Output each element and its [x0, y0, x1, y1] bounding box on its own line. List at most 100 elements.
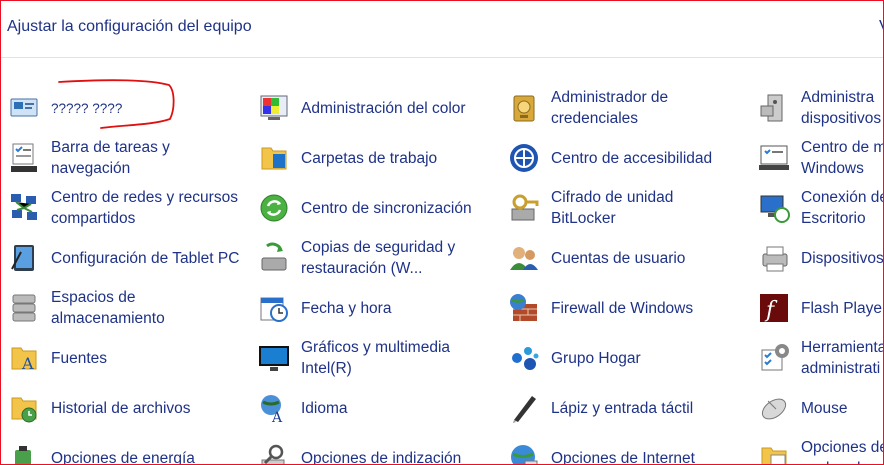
control-panel-item[interactable]: Lápiz y entrada táctil [507, 391, 751, 425]
item-label: ????? ???? [51, 100, 123, 116]
control-panel-item[interactable]: Gráficos y multimedia Intel(R) [257, 339, 501, 377]
control-panel-item[interactable]: Grupo Hogar [507, 341, 751, 375]
control-panel-item[interactable]: Administra dispositivos [757, 89, 883, 127]
control-panel-item[interactable]: Mouse [757, 391, 883, 425]
pen-touch-icon [507, 391, 541, 425]
svg-text:A: A [271, 410, 283, 424]
control-panel-item[interactable]: Historial de archivos [7, 391, 251, 425]
item-label: Firewall de Windows [551, 299, 694, 317]
mouse-icon [757, 391, 791, 425]
file-history-icon [7, 391, 41, 425]
control-panel-item[interactable]: Copias de seguridad y restauración (W... [257, 239, 501, 277]
item-label: Administrador de credenciales [551, 89, 669, 127]
item-label: Copias de seguridad y restauración (W... [301, 239, 456, 277]
item-label: Carpetas de trabajo [301, 149, 438, 167]
windows-mobility-center-icon [757, 141, 791, 175]
admin-tools-icon [757, 341, 791, 375]
user-accounts-icon [507, 241, 541, 275]
item-label: Gráficos y multimedia Intel(R) [301, 339, 451, 377]
item-label: Cuentas de usuario [551, 249, 686, 267]
color-management-icon [257, 91, 291, 125]
control-panel-item[interactable]: A Idioma [257, 391, 501, 425]
accessibility-icon [507, 141, 541, 175]
svg-text:A: A [21, 354, 34, 373]
control-panel-item[interactable]: Administración del color [257, 91, 501, 125]
control-panel-item[interactable]: Cuentas de usuario [507, 241, 751, 275]
item-label: Dispositivos [801, 249, 884, 267]
intel-graphics-icon [257, 341, 291, 375]
item-label: Flash Player [801, 299, 884, 317]
display-language-icon [7, 91, 41, 125]
control-panel-item[interactable]: Carpetas de trabajo [257, 141, 501, 175]
item-label: Centro de m Windows [801, 139, 883, 177]
control-panel-item[interactable]: Centro de redes y recursos compartidos [7, 189, 251, 227]
control-panel-item[interactable]: Opciones de Internet [507, 441, 751, 464]
item-label: Administración del color [301, 99, 466, 117]
item-label: Opciones de indización [301, 449, 462, 465]
item-label: Configuración de Tablet PC [51, 249, 240, 267]
control-panel-item[interactable]: A Fuentes [7, 341, 251, 375]
item-label: Conexión de Escritorio [801, 189, 883, 227]
control-panel-item[interactable]: Conexión de Escritorio [757, 189, 883, 227]
control-panel-item[interactable]: Configuración de Tablet PC [7, 241, 251, 275]
sync-center-icon [257, 191, 291, 225]
item-label: Centro de sincronización [301, 199, 472, 217]
control-panel-item[interactable]: Firewall de Windows [507, 291, 751, 325]
control-panel-item[interactable]: Opciones de indización [257, 441, 501, 465]
remote-desktop-icon [757, 191, 791, 225]
item-label: Centro de redes y recursos compartidos [51, 189, 238, 227]
item-label: Fuentes [51, 349, 108, 367]
control-panel-item[interactable]: Fecha y hora [257, 291, 501, 325]
homegroup-icon [507, 341, 541, 375]
item-label: Opciones de energía [51, 449, 195, 465]
fonts-folder-icon: A [7, 341, 41, 375]
device-manager-icon [757, 91, 791, 125]
item-label: Idioma [301, 399, 348, 417]
storage-spaces-icon [7, 291, 41, 325]
control-panel-item[interactable]: Barra de tareas y navegación [7, 139, 251, 177]
header-bar: Ajustar la configuración del equipo V [1, 1, 883, 58]
control-panel-item[interactable]: Centro de accesibilidad [507, 141, 751, 175]
item-label: Historial de archivos [51, 399, 191, 417]
control-panel-item[interactable]: Herramienta administrati [757, 339, 883, 377]
folder-options-icon [757, 441, 791, 464]
item-label: Lápiz y entrada táctil [551, 399, 694, 417]
control-panel-window: Ajustar la configuración del equipo V ??… [0, 0, 884, 465]
control-panel-item[interactable]: Cifrado de unidad BitLocker [507, 189, 751, 227]
control-panel-item[interactable]: Centro de m Windows [757, 139, 883, 177]
item-label: Centro de accesibilidad [551, 149, 713, 167]
bitlocker-icon [507, 191, 541, 225]
page-title: Ajustar la configuración del equipo [7, 18, 252, 35]
work-folders-icon [257, 141, 291, 175]
control-panel-item[interactable]: Espacios de almacenamiento [7, 289, 251, 327]
language-icon: A [257, 391, 291, 425]
credential-manager-icon [507, 91, 541, 125]
backup-restore-icon [257, 241, 291, 275]
control-panel-item[interactable]: Opciones de energía [7, 441, 251, 465]
item-label: Grupo Hogar [551, 349, 641, 367]
item-label: Cifrado de unidad BitLocker [551, 189, 674, 227]
calendar-clock-icon [257, 291, 291, 325]
taskbar-icon [7, 141, 41, 175]
power-options-icon [7, 441, 41, 464]
control-panel-item[interactable]: ????? ???? [7, 91, 251, 125]
view-by-link[interactable]: V [879, 18, 883, 36]
item-label: Fecha y hora [301, 299, 392, 317]
item-label: Mouse [801, 399, 848, 417]
tablet-pc-icon [7, 241, 41, 275]
item-label: Opciones de explorador [801, 439, 883, 464]
item-label: Administra dispositivos [801, 89, 882, 127]
devices-printers-icon [757, 241, 791, 275]
flash-player-icon: f [757, 291, 791, 325]
control-panel-item[interactable]: Opciones de explorador [757, 439, 883, 464]
control-panel-item[interactable]: Dispositivos [757, 241, 884, 275]
control-panel-item[interactable]: Centro de sincronización [257, 191, 501, 225]
item-label: Barra de tareas y navegación [51, 139, 170, 177]
control-panel-item[interactable]: Administrador de credenciales [507, 89, 751, 127]
internet-options-icon [507, 441, 541, 464]
control-panel-item[interactable]: f Flash Player [757, 291, 884, 325]
firewall-icon [507, 291, 541, 325]
item-label: Espacios de almacenamiento [51, 289, 165, 327]
item-label: Herramienta administrati [801, 339, 884, 377]
indexing-options-icon [257, 441, 291, 464]
